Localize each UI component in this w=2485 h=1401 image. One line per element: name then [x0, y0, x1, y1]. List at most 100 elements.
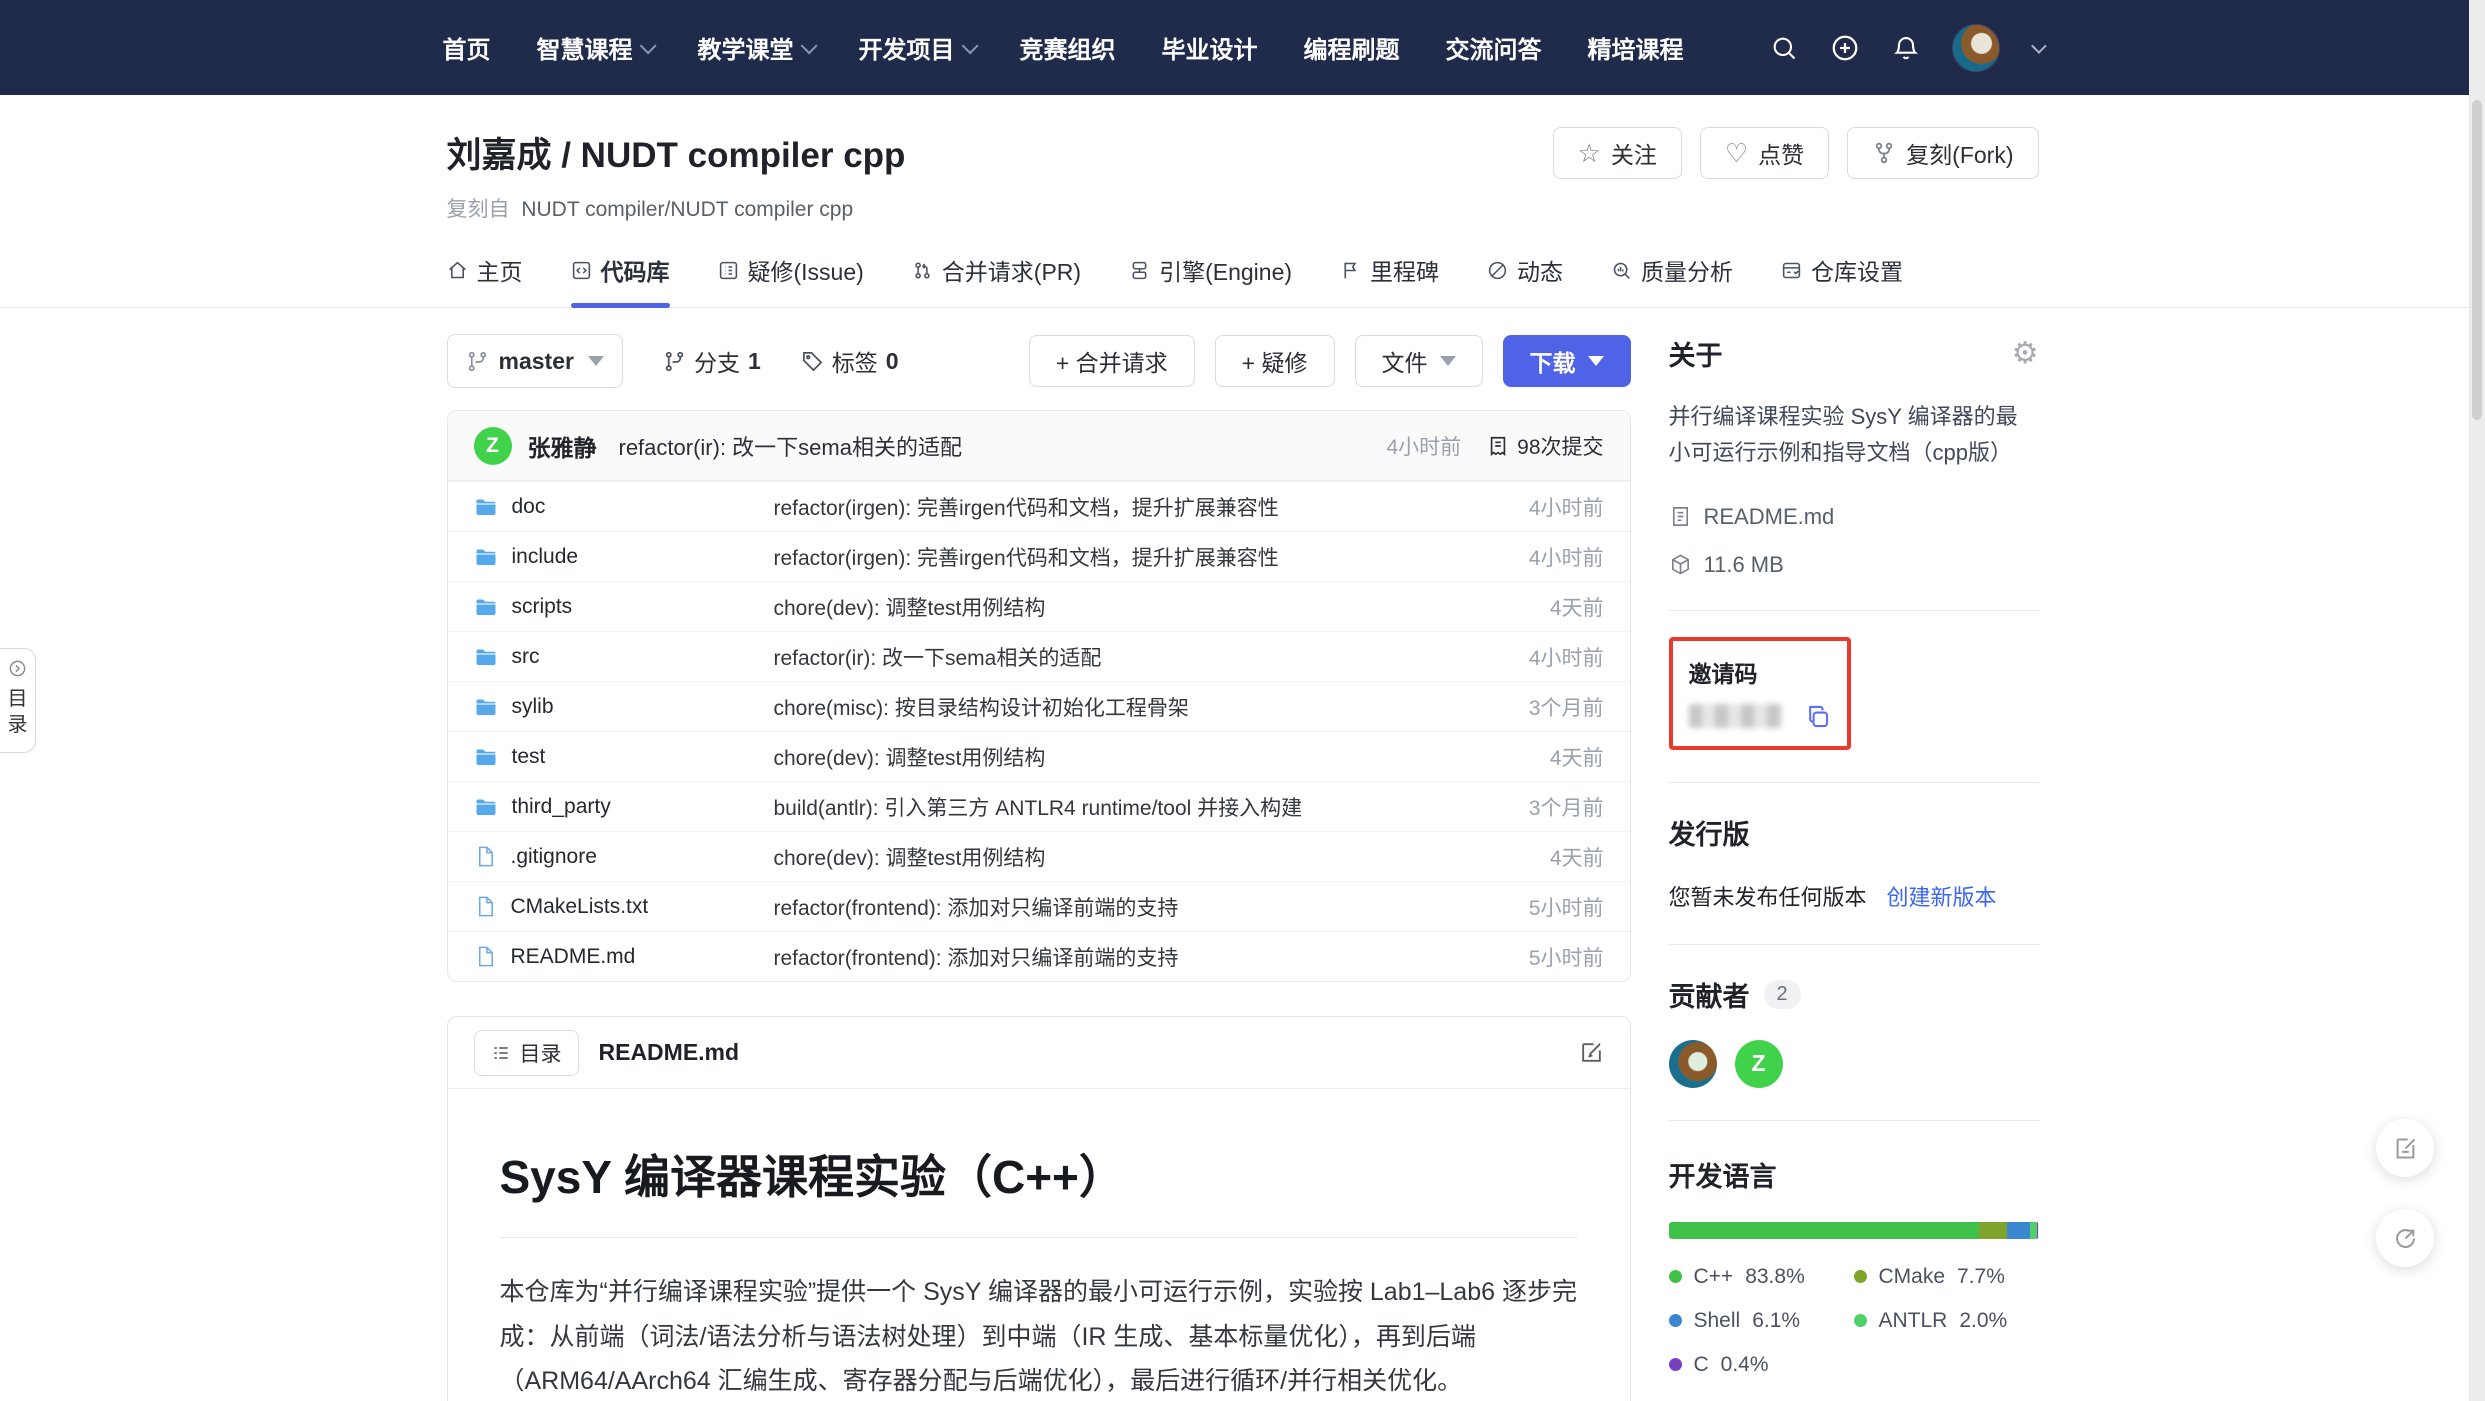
file-commit-message[interactable]: refactor(frontend): 添加对只编译前端的支持 [774, 892, 1529, 922]
commit-author[interactable]: 张雅静 [528, 429, 597, 463]
nav-item-home[interactable]: 首页 [443, 30, 491, 65]
file-commit-message[interactable]: build(antlr): 引入第三方 ANTLR4 runtime/tool … [774, 792, 1529, 822]
table-row[interactable]: doc refactor(irgen): 完善irgen代码和文档，提升扩展兼容… [448, 481, 1630, 531]
download-button[interactable]: 下载 [1503, 335, 1631, 387]
folder-icon [474, 695, 498, 719]
commit-message[interactable]: refactor(ir): 改一下sema相关的适配 [619, 430, 962, 462]
file-commit-message[interactable]: refactor(irgen): 完善irgen代码和文档，提升扩展兼容性 [774, 492, 1529, 522]
file-commit-message[interactable]: refactor(irgen): 完善irgen代码和文档，提升扩展兼容性 [774, 542, 1529, 572]
feedback-fab[interactable] [2376, 1119, 2434, 1177]
tab-activity[interactable]: 动态 [1487, 253, 1563, 307]
file-commit-message[interactable]: chore(misc): 按目录结构设计初始化工程骨架 [774, 692, 1529, 722]
table-row[interactable]: third_party build(antlr): 引入第三方 ANTLR4 r… [448, 781, 1630, 831]
tab-engine[interactable]: 引擎(Engine) [1129, 253, 1292, 307]
language-bar-segment [2030, 1222, 2037, 1239]
commit-time: 4小时前 [1386, 431, 1461, 461]
nav-item-smart-courses[interactable]: 智慧课程 [537, 30, 652, 65]
languages-title: 开发语言 [1669, 1155, 2039, 1194]
scrollbar-thumb[interactable] [2472, 100, 2482, 420]
share-fab[interactable] [2376, 1209, 2434, 1267]
file-commit-time: 5小时前 [1529, 942, 1604, 972]
contributor-avatar[interactable] [1669, 1040, 1717, 1088]
tab-home[interactable]: 主页 [447, 253, 523, 307]
nav-item-competition[interactable]: 竞赛组织 [1020, 30, 1116, 65]
nav-item-training[interactable]: 精培课程 [1588, 30, 1684, 65]
bell-icon[interactable] [1892, 34, 1920, 62]
external-link-icon [2392, 1225, 2419, 1252]
table-row[interactable]: CMakeLists.txt refactor(frontend): 添加对只编… [448, 881, 1630, 931]
nav-item-coding-practice[interactable]: 编程刷题 [1304, 30, 1400, 65]
folder-icon [474, 545, 498, 569]
contributor-avatar[interactable]: Z [1735, 1040, 1783, 1088]
file-name[interactable]: third_party [474, 795, 774, 819]
top-navbar: 首页 智慧课程 教学课堂 开发项目 竞赛组织 毕业设计 编程刷题 交流问答 精培… [0, 0, 2485, 95]
chevron-down-icon [588, 356, 604, 366]
file-name[interactable]: src [474, 645, 774, 669]
fork-button[interactable]: 复刻(Fork) [1847, 127, 2038, 179]
files-dropdown-button[interactable]: 文件 [1355, 335, 1483, 387]
table-row[interactable]: .gitignore chore(dev): 调整test用例结构 4天前 [448, 831, 1630, 881]
file-name[interactable]: README.md [474, 945, 774, 969]
tags-link[interactable]: 标签0 [801, 344, 899, 378]
nav-item-classroom[interactable]: 教学课堂 [698, 30, 813, 65]
file-commit-time: 4小时前 [1529, 492, 1604, 522]
sidebar-readme-link[interactable]: README.md [1669, 504, 2039, 530]
file-commit-time: 4天前 [1550, 842, 1604, 872]
file-commit-time: 3个月前 [1529, 792, 1604, 822]
tab-repo-settings[interactable]: 仓库设置 [1781, 253, 1903, 307]
file-name[interactable]: .gitignore [474, 845, 774, 869]
legend-item: C0.4% [1669, 1353, 1854, 1377]
user-avatar[interactable] [1952, 24, 2000, 72]
file-name[interactable]: doc [474, 495, 774, 519]
commits-count-link[interactable]: 98次提交 [1487, 431, 1603, 461]
table-row[interactable]: README.md refactor(frontend): 添加对只编译前端的支… [448, 931, 1630, 981]
file-name[interactable]: include [474, 545, 774, 569]
search-icon[interactable] [1770, 34, 1798, 62]
copy-icon[interactable] [1804, 703, 1831, 730]
tab-issues[interactable]: 疑修(Issue) [718, 253, 864, 307]
nav-item-graduation[interactable]: 毕业设计 [1162, 30, 1258, 65]
tab-code[interactable]: 代码库 [571, 253, 670, 307]
gear-icon[interactable]: ⚙ [2012, 339, 2039, 369]
file-name[interactable]: test [474, 745, 774, 769]
nav-item-qa[interactable]: 交流问答 [1446, 30, 1542, 65]
issue-icon [718, 260, 739, 281]
create-release-link[interactable]: 创建新版本 [1887, 880, 1997, 912]
branch-icon [466, 350, 489, 373]
file-commit-message[interactable]: chore(dev): 调整test用例结构 [774, 742, 1550, 772]
new-issue-button[interactable]: + 疑修 [1215, 335, 1335, 387]
tab-milestones[interactable]: 里程碑 [1340, 253, 1439, 307]
file-name[interactable]: CMakeLists.txt [474, 895, 774, 919]
table-row[interactable]: src refactor(ir): 改一下sema相关的适配 4小时前 [448, 631, 1630, 681]
file-commit-message[interactable]: refactor(ir): 改一下sema相关的适配 [774, 642, 1529, 672]
commit-author-avatar[interactable]: Z [474, 427, 512, 465]
branches-link[interactable]: 分支1 [663, 344, 761, 378]
scrollbar-track[interactable] [2469, 0, 2485, 1401]
file-name[interactable]: scripts [474, 595, 774, 619]
edit-icon[interactable] [1579, 1040, 1604, 1065]
table-row[interactable]: scripts chore(dev): 调整test用例结构 4天前 [448, 581, 1630, 631]
file-icon [474, 845, 497, 868]
flag-icon [1340, 260, 1361, 281]
table-row[interactable]: include refactor(irgen): 完善irgen代码和文档，提升… [448, 531, 1630, 581]
tab-quality-analysis[interactable]: 质量分析 [1611, 253, 1733, 307]
table-row[interactable]: test chore(dev): 调整test用例结构 4天前 [448, 731, 1630, 781]
nav-item-dev-projects[interactable]: 开发项目 [859, 30, 974, 65]
toc-button[interactable]: 目录 [474, 1030, 579, 1076]
branch-selector[interactable]: master [447, 334, 623, 388]
tab-pull-requests[interactable]: 合并请求(PR) [912, 253, 1081, 307]
table-row[interactable]: sylib chore(misc): 按目录结构设计初始化工程骨架 3个月前 [448, 681, 1630, 731]
file-commit-message[interactable]: refactor(frontend): 添加对只编译前端的支持 [774, 942, 1529, 972]
repo-description: 并行编译课程实验 SysY 编译器的最小可运行示例和指导文档（cpp版） [1669, 399, 2039, 472]
floating-toc-tab[interactable]: 目录 [0, 648, 36, 753]
forked-from-link[interactable]: NUDT compiler/NUDT compiler cpp [521, 198, 853, 221]
repo-size: 11.6 MB [1669, 552, 2039, 578]
like-button[interactable]: ♡ 点赞 [1700, 127, 1829, 179]
new-pr-button[interactable]: + 合并请求 [1029, 335, 1195, 387]
latest-commit-bar: Z 张雅静 refactor(ir): 改一下sema相关的适配 4小时前 98… [448, 411, 1630, 481]
file-commit-message[interactable]: chore(dev): 调整test用例结构 [774, 592, 1550, 622]
plus-circle-icon[interactable] [1830, 33, 1860, 63]
watch-button[interactable]: ☆ 关注 [1553, 127, 1682, 179]
file-commit-message[interactable]: chore(dev): 调整test用例结构 [774, 842, 1550, 872]
file-name[interactable]: sylib [474, 695, 774, 719]
